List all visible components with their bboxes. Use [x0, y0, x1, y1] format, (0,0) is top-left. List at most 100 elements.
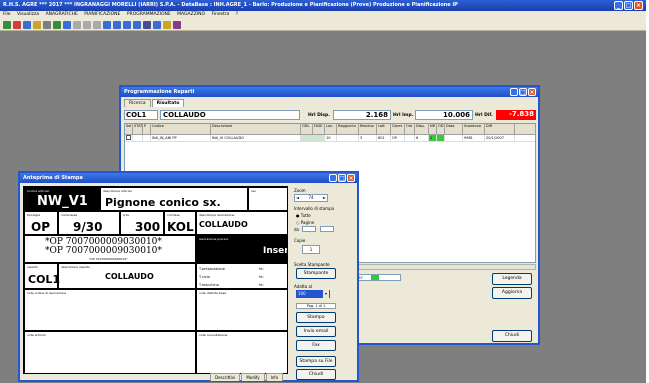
col-header[interactable]: Codice [151, 124, 211, 134]
col-header[interactable]: Disp. [415, 124, 429, 134]
tab-modify[interactable]: Modify [241, 373, 265, 381]
zoom-value: 74 [308, 195, 314, 200]
delete-icon[interactable] [13, 20, 21, 29]
tab-info[interactable]: Info [265, 373, 284, 381]
maximize-icon[interactable]: □ [624, 1, 633, 10]
window-icon[interactable] [153, 20, 161, 29]
tab-ricerca[interactable]: Ricerca [124, 99, 151, 107]
new-icon[interactable] [3, 20, 11, 29]
time-unit: hh [259, 275, 264, 279]
close-icon[interactable]: × [634, 1, 643, 10]
dept-code-field[interactable]: COL1 [124, 110, 158, 120]
col-header[interactable]: Giorni [391, 124, 405, 134]
next-record-icon[interactable] [123, 20, 131, 29]
table-row[interactable]: INA_IN_ANI PP INA_VI COLLAUDO 10 3 601 O… [125, 135, 535, 142]
close-icon[interactable]: × [528, 88, 536, 96]
tab-risultato[interactable]: Risultato [151, 99, 185, 107]
tab-descrittivi[interactable]: Descrittivi [210, 373, 241, 381]
type-value: OP [31, 220, 50, 234]
print-range-label: Intervallo di stampa [294, 206, 335, 211]
cut-icon[interactable] [73, 20, 81, 29]
imp-value: 10.006 [415, 110, 473, 120]
rev-cell: rev. [248, 187, 287, 211]
col-header[interactable]: OD [437, 124, 445, 134]
first-record-icon[interactable] [103, 20, 111, 29]
paste-icon[interactable] [93, 20, 101, 29]
zoom-stepper[interactable]: ◄ 74 ► [294, 194, 328, 202]
col-header[interactable]: NR [429, 124, 437, 134]
barcode-line-2: *OP 7007000009030010* [45, 246, 162, 256]
print-to-file-button[interactable]: Stampa su File [296, 356, 336, 367]
save-icon[interactable] [23, 20, 31, 29]
col-header[interactable]: STAT [133, 124, 143, 134]
preview-bottom-tabs: Descrittivi Modify Info [210, 373, 284, 381]
col-header[interactable]: ODL [301, 124, 313, 134]
maximize-icon[interactable]: □ [519, 88, 527, 96]
range-all-radio[interactable]: ● Tutte [296, 213, 311, 218]
range-from-input[interactable] [302, 226, 316, 232]
article-desc: Pignone conico sx. [105, 196, 221, 209]
row-checkbox[interactable] [125, 135, 133, 141]
menu-finestra[interactable]: Finestra [211, 12, 229, 17]
legend-button[interactable]: Legenda [492, 273, 532, 285]
chevron-down-icon[interactable]: ▾ [323, 290, 329, 298]
col-header[interactable]: Data [445, 124, 463, 134]
col-header[interactable]: Ore [405, 124, 415, 134]
printer-choice-label: Scelta Stampante [294, 262, 330, 267]
last-record-icon[interactable] [133, 20, 141, 29]
edit-icon[interactable] [33, 20, 41, 29]
tools-icon[interactable] [173, 20, 181, 29]
col-header[interactable]: P [143, 124, 151, 134]
close-button[interactable]: Chiudi [296, 369, 336, 380]
zoom-label: Zoom [294, 188, 306, 193]
copies-input[interactable]: 1 [302, 245, 320, 254]
range-pages-radio[interactable]: ○ Pagine [296, 220, 314, 225]
menu-pianificazione[interactable]: PIANIFICAZIONE [84, 12, 120, 17]
minimize-icon[interactable]: _ [614, 1, 623, 10]
print-icon[interactable] [63, 20, 71, 29]
refresh-button[interactable]: Aggiorna [492, 287, 532, 299]
col-header[interactable]: Diff [485, 124, 515, 134]
prev-record-icon[interactable] [113, 20, 121, 29]
close-icon[interactable]: × [347, 174, 355, 182]
zoom-dec-icon[interactable]: ◄ [296, 195, 299, 201]
copy-icon[interactable] [83, 20, 91, 29]
zoom-inc-icon[interactable]: ► [323, 195, 326, 201]
menu-programmazione[interactable]: PROGRAMMAZIONE [127, 12, 171, 17]
col-header[interactable]: Lott [377, 124, 391, 134]
col-header[interactable]: Lav. [325, 124, 337, 134]
filter-icon[interactable] [53, 20, 61, 29]
minimize-icon[interactable]: _ [510, 88, 518, 96]
printer-button[interactable]: Stampante [296, 268, 336, 279]
col-header[interactable]: Residuo [359, 124, 377, 134]
print-button[interactable]: Stampa [296, 312, 336, 323]
cell: 601 [377, 135, 391, 141]
search-icon[interactable] [43, 20, 51, 29]
col-header[interactable]: Raggiunto [337, 124, 359, 134]
fax-button[interactable]: Fax [296, 340, 336, 351]
barcode-cell: *OP 7007000009030010* *OP 70070000090300… [24, 235, 196, 263]
dept-desc-field[interactable]: COLLAUDO [160, 110, 300, 120]
time-unit: hh [259, 267, 264, 271]
range-to-input[interactable] [320, 226, 334, 232]
col-header[interactable]: Descrizione [211, 124, 301, 134]
help-icon[interactable] [163, 20, 171, 29]
email-button[interactable]: Invio email [296, 326, 336, 337]
menu-file[interactable]: File [3, 12, 11, 17]
col-header[interactable]: Scadenza [463, 124, 485, 134]
minimize-icon[interactable]: _ [329, 174, 337, 182]
cell [313, 135, 325, 141]
close-button[interactable]: Chiudi [492, 330, 532, 342]
time-label: T.ciclo [199, 275, 210, 279]
cell: INA_IN_ANI PP [151, 135, 211, 141]
grid-icon[interactable] [143, 20, 151, 29]
menu-anagrafiche[interactable]: ANAGRAFICHE [46, 12, 78, 17]
range-pages-label: Pagine [300, 220, 315, 225]
menu-visualizza[interactable]: Visualizza [17, 12, 39, 17]
menu-help[interactable]: ? [236, 12, 238, 17]
col-header[interactable]: FASE [313, 124, 325, 134]
menu-magazzino[interactable]: MAGAZZINO [177, 12, 205, 17]
col-header[interactable]: Sel [125, 124, 133, 134]
maximize-icon[interactable]: □ [338, 174, 346, 182]
fit-select[interactable]: 100 ▾ [296, 290, 330, 298]
